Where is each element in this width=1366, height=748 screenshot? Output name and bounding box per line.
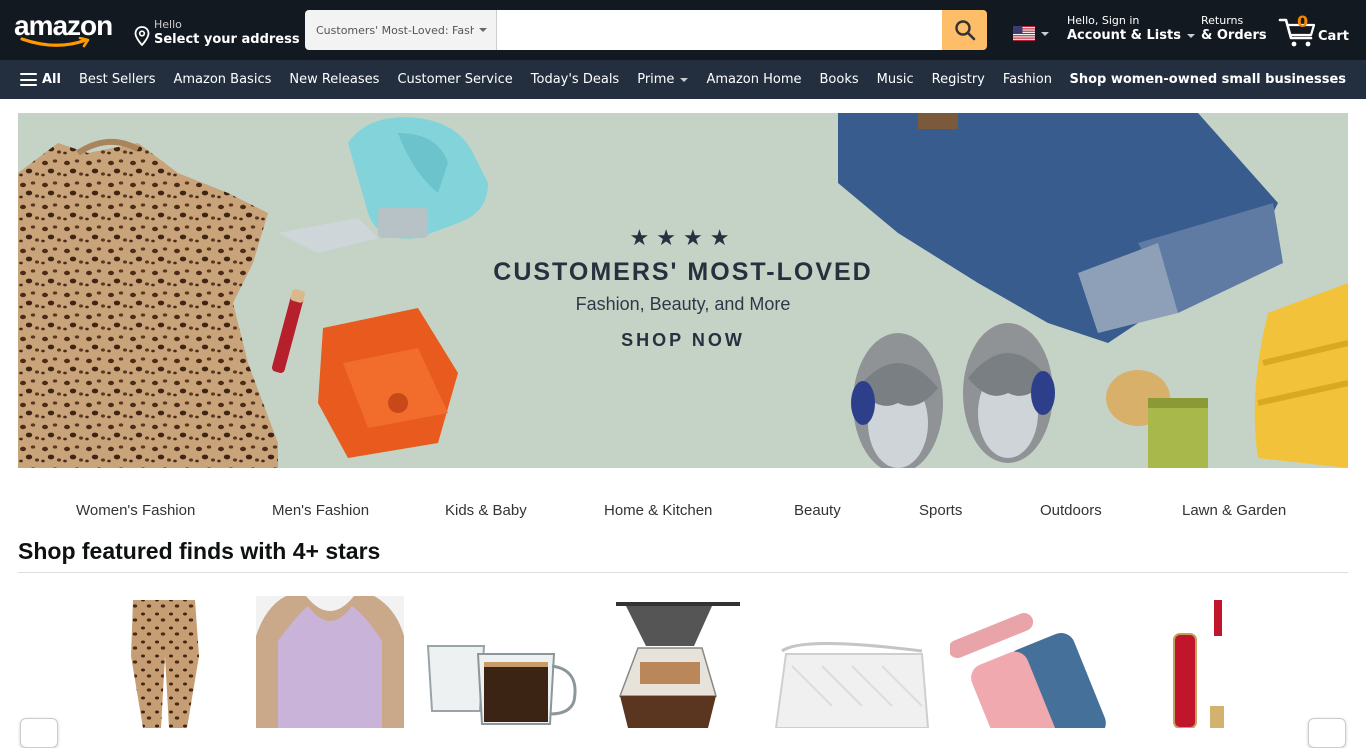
- search-input[interactable]: [497, 10, 942, 50]
- product-leopard-leggings[interactable]: [125, 596, 205, 728]
- cart-count: 0: [1297, 12, 1309, 31]
- category-womens-fashion[interactable]: Women's Fashion: [76, 502, 195, 519]
- nav-link-new-releases[interactable]: New Releases: [289, 72, 379, 87]
- hero-shop-now[interactable]: SHOP NOW: [18, 330, 1348, 351]
- all-label: All: [42, 72, 61, 87]
- chevron-down-icon: [479, 28, 487, 32]
- logo-smile-icon: [20, 37, 90, 48]
- returns-line1: Returns: [1201, 14, 1244, 27]
- product-pour-over-coffee-maker[interactable]: [612, 596, 747, 728]
- category-sports[interactable]: Sports: [919, 502, 962, 519]
- product-carousel: [0, 596, 1366, 728]
- category-outdoors[interactable]: Outdoors: [1040, 502, 1102, 519]
- top-nav: amazon Hello Select your address Custome…: [0, 0, 1366, 60]
- chevron-down-icon: [1186, 33, 1195, 38]
- search-bar: Customers' Most-Loved: Fashion, Beauty &…: [305, 10, 987, 50]
- category-mens-fashion[interactable]: Men's Fashion: [272, 502, 369, 519]
- nav-link-amazon-basics[interactable]: Amazon Basics: [174, 72, 272, 87]
- returns-line2: & Orders: [1201, 28, 1267, 43]
- us-flag-icon: [1013, 26, 1035, 41]
- search-button[interactable]: [942, 10, 987, 50]
- account-and-lists[interactable]: Hello, Sign in Account & Lists: [1067, 14, 1195, 44]
- nav-link-best-sellers[interactable]: Best Sellers: [79, 72, 156, 87]
- nav-link-todays-deals[interactable]: Today's Deals: [531, 72, 619, 87]
- product-white-quilted-handbag[interactable]: [772, 596, 932, 728]
- hero-title: CUSTOMERS' MOST-LOVED: [493, 258, 873, 286]
- search-department-label: Customers' Most-Loved: Fashion, Beauty &…: [316, 23, 474, 37]
- nav-link-music[interactable]: Music: [877, 72, 914, 87]
- returns-and-orders[interactable]: Returns & Orders: [1201, 14, 1267, 44]
- amazon-logo[interactable]: amazon: [14, 12, 118, 50]
- nav-link-fashion[interactable]: Fashion: [1003, 72, 1052, 87]
- product-yoga-mats[interactable]: [950, 596, 1110, 728]
- product-liquid-lipstick[interactable]: [1170, 596, 1260, 728]
- address-hello: Hello: [154, 18, 182, 31]
- logo-text: amazon: [14, 10, 113, 41]
- location-pin-icon: [134, 26, 150, 46]
- address-select: Select your address: [154, 32, 300, 47]
- hero-banner[interactable]: ★★★★ CUSTOMERS' MOST-LOVED Fashion, Beau…: [18, 113, 1348, 468]
- category-row: Women's Fashion Men's Fashion Kids & Bab…: [18, 502, 1348, 524]
- carousel-next-button[interactable]: [1308, 718, 1346, 748]
- hero-subtitle: Fashion, Beauty, and More: [575, 294, 791, 314]
- deliver-to-address[interactable]: Hello Select your address: [134, 14, 300, 48]
- hero-stars: ★★★★: [629, 226, 737, 251]
- nav-link-amazon-home[interactable]: Amazon Home: [706, 72, 801, 87]
- cart-button[interactable]: 0 Cart: [1278, 12, 1352, 48]
- account-hello: Hello, Sign in: [1067, 14, 1140, 27]
- product-glass-coffee-mugs[interactable]: [424, 596, 584, 728]
- nav-link-books[interactable]: Books: [820, 72, 859, 87]
- search-department-select[interactable]: Customers' Most-Loved: Fashion, Beauty &…: [305, 10, 497, 50]
- category-kids-baby[interactable]: Kids & Baby: [445, 502, 527, 519]
- carousel-prev-button[interactable]: [20, 718, 58, 748]
- account-label: Account & Lists: [1067, 28, 1181, 43]
- cart-label: Cart: [1318, 29, 1349, 44]
- product-lavender-tank-top[interactable]: [256, 596, 404, 728]
- nav-promo-link[interactable]: Shop women-owned small businesses: [1069, 72, 1346, 87]
- language-selector[interactable]: [1013, 26, 1049, 41]
- nav-link-registry[interactable]: Registry: [932, 72, 985, 87]
- chevron-down-icon: [680, 77, 689, 82]
- category-beauty[interactable]: Beauty: [794, 502, 841, 519]
- featured-section-title: Shop featured finds with 4+ stars: [18, 538, 381, 564]
- hero-artwork: [18, 113, 1348, 468]
- search-icon: [954, 20, 975, 41]
- nav-link-customer-service[interactable]: Customer Service: [397, 72, 512, 87]
- all-menu-button[interactable]: All: [20, 72, 61, 87]
- category-home-kitchen[interactable]: Home & Kitchen: [604, 502, 712, 519]
- category-lawn-garden[interactable]: Lawn & Garden: [1182, 502, 1286, 519]
- nav-link-prime-label: Prime: [637, 72, 675, 87]
- chevron-down-icon: [1041, 31, 1049, 36]
- sub-nav: All Best Sellers Amazon Basics New Relea…: [0, 60, 1366, 99]
- nav-link-prime[interactable]: Prime: [637, 72, 689, 87]
- section-divider: [18, 572, 1348, 573]
- hamburger-icon: [20, 73, 37, 86]
